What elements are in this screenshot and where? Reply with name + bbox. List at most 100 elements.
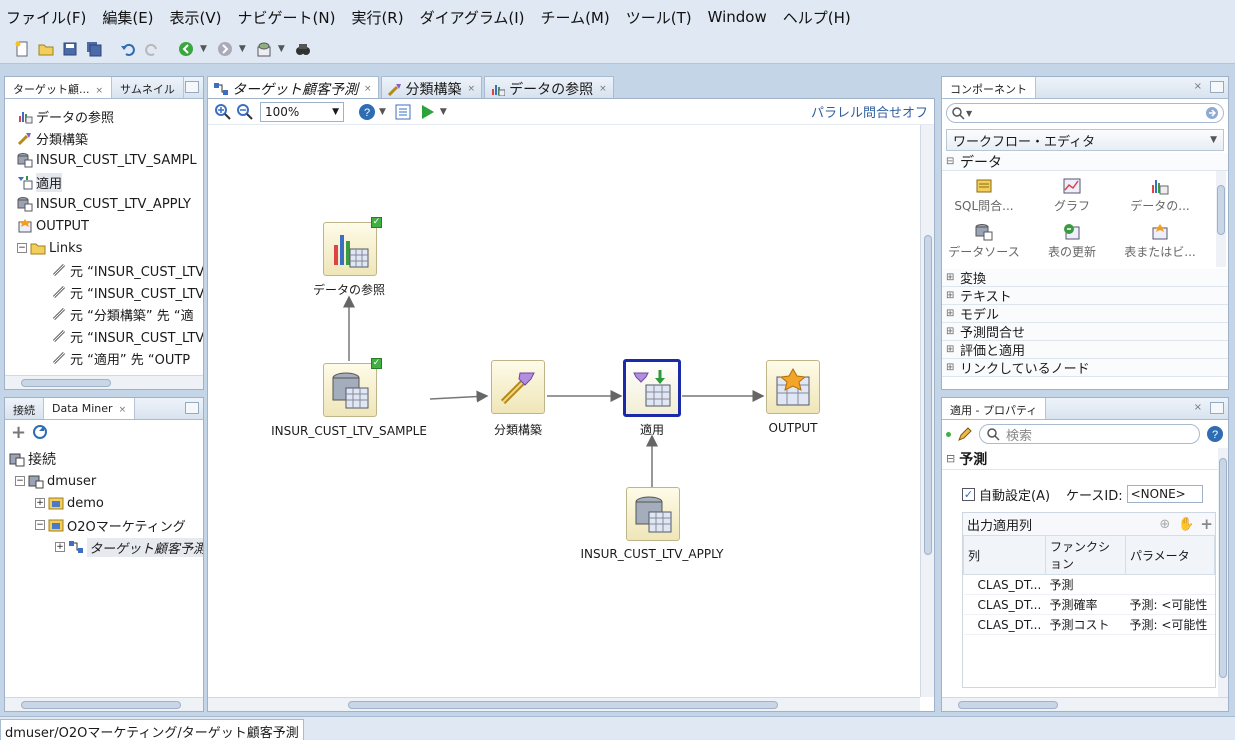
component-graph[interactable]: グラフ <box>1032 177 1112 214</box>
expand-icon[interactable]: + <box>55 542 65 552</box>
tree-item-apply-data[interactable]: INSUR_CUST_LTV_APPLY <box>17 193 203 215</box>
category-evaluate-apply[interactable]: ⊞ 評価と適用 <box>942 341 1228 359</box>
component-update-table[interactable]: 表の更新 <box>1032 223 1112 260</box>
category-transform[interactable]: ⊞ 変換 <box>942 269 1228 287</box>
vertical-scrollbar[interactable] <box>1216 171 1226 267</box>
component-data-view[interactable]: データの... <box>1120 177 1200 214</box>
minimize-icon[interactable] <box>185 81 199 93</box>
table-row[interactable]: CLAS_DT... 予測コスト 予測: <可能性 <box>963 614 1215 635</box>
sql-dropdown-icon[interactable]: ▼ <box>278 44 285 54</box>
component-table-or-view[interactable]: 表またはビ... <box>1120 223 1200 260</box>
component-data-source[interactable]: データソース <box>944 223 1024 260</box>
tab-thumbnail[interactable]: サムネイル <box>112 77 184 98</box>
tree-item-connections[interactable]: 接続 <box>9 448 203 470</box>
node-output[interactable] <box>766 360 820 414</box>
tree-item-link[interactable]: 元 “分類構築” 先 “適 <box>17 303 203 325</box>
tree-item-link[interactable]: 元 “適用” 先 “OUTP <box>17 347 203 369</box>
close-icon[interactable]: × <box>364 84 372 94</box>
column-header[interactable]: ファンクション <box>1045 535 1126 575</box>
add-icon[interactable]: + <box>1200 515 1213 533</box>
tree-item-links[interactable]: − Links <box>17 237 203 259</box>
horizontal-scrollbar[interactable] <box>942 697 1228 711</box>
category-data[interactable]: ⊟ データ <box>942 153 1228 171</box>
vertical-scrollbar[interactable] <box>1218 448 1228 698</box>
edit-pencil-icon[interactable] <box>957 426 973 442</box>
category-linked-nodes[interactable]: ⊞ リンクしているノード <box>942 359 1228 377</box>
tree-item-link[interactable]: 元 “INSUR_CUST_LTV <box>17 325 203 347</box>
refresh-icon[interactable] <box>32 424 48 440</box>
minimize-icon[interactable] <box>1210 81 1224 93</box>
tab-connections[interactable]: 接続 <box>5 398 44 419</box>
close-icon[interactable]: × <box>119 405 127 415</box>
close-icon[interactable]: × <box>468 84 476 94</box>
forward-dropdown-icon[interactable]: ▼ <box>239 44 246 54</box>
menu-view[interactable]: 表示(V) <box>170 7 222 28</box>
node-apply[interactable] <box>623 359 681 417</box>
expand-icon[interactable]: + <box>35 498 45 508</box>
tree-item-o2o-marketing[interactable]: − O2Oマーケティング <box>9 514 203 536</box>
minimize-icon[interactable] <box>1210 402 1224 414</box>
menu-window[interactable]: Window <box>708 8 767 26</box>
tree-item-workflow[interactable]: + ターゲット顧客予測 <box>9 536 203 558</box>
help-icon[interactable]: ? <box>1206 425 1224 443</box>
node-data-view[interactable]: ✓ <box>323 217 382 276</box>
property-search-input[interactable]: 検索 <box>979 424 1200 444</box>
redo-icon[interactable] <box>142 39 162 59</box>
tree-item-link[interactable]: 元 “INSUR_CUST_LTV <box>17 281 203 303</box>
component-sql-query[interactable]: SQL問合... <box>944 177 1024 214</box>
add-connection-icon[interactable]: + <box>11 422 26 443</box>
tree-item-build[interactable]: 分類構築 <box>17 127 203 149</box>
node-build[interactable] <box>491 360 545 414</box>
undo-icon[interactable] <box>118 39 138 59</box>
tree-item-output[interactable]: OUTPUT <box>17 215 203 237</box>
tree-item-link[interactable]: 元 “INSUR_CUST_LTV <box>17 259 203 281</box>
collapse-icon[interactable]: − <box>15 476 25 486</box>
add-column-icon[interactable]: ⊕ <box>1159 517 1170 532</box>
tab-components[interactable]: コンポーネント <box>942 77 1036 98</box>
menu-tools[interactable]: ツール(T) <box>626 7 692 28</box>
horizontal-scrollbar[interactable] <box>208 697 920 711</box>
table-row[interactable]: CLAS_DT... 予測 <box>963 574 1215 595</box>
tree-item-sample[interactable]: INSUR_CUST_LTV_SAMPL <box>17 149 203 171</box>
close-icon[interactable]: × <box>96 86 104 96</box>
find-binoculars-icon[interactable] <box>293 39 313 59</box>
column-header[interactable]: 列 <box>963 535 1046 575</box>
case-id-select[interactable]: <NONE> <box>1126 485 1203 503</box>
forward-icon[interactable] <box>215 39 235 59</box>
tab-data-miner[interactable]: Data Miner × <box>44 398 136 419</box>
close-icon[interactable]: × <box>599 84 607 94</box>
auto-settings-checkbox[interactable]: ✓ <box>962 487 975 501</box>
tab-workflow-editor[interactable]: ターゲット顧客予測 × <box>207 76 379 98</box>
tree-item-data-view[interactable]: データの参照 <box>17 105 203 127</box>
tab-data-view[interactable]: データの参照 × <box>484 76 614 98</box>
component-search-input[interactable]: ▼ <box>946 103 1224 123</box>
horizontal-scrollbar[interactable] <box>5 697 203 711</box>
tab-workflow-outline[interactable]: ターゲット顧... × <box>5 77 113 98</box>
new-file-icon[interactable] <box>12 39 32 59</box>
tab-build[interactable]: 分類構築 × <box>380 76 483 98</box>
collapse-icon[interactable]: − <box>17 243 27 253</box>
edit-column-icon[interactable]: ✋ <box>1178 517 1194 532</box>
back-icon[interactable] <box>176 39 196 59</box>
save-icon[interactable] <box>60 39 80 59</box>
palette-select[interactable]: ワークフロー・エディタ ▼ <box>946 129 1224 151</box>
menu-edit[interactable]: 編集(E) <box>102 7 153 28</box>
section-prediction[interactable]: ⊟ 予測 <box>942 448 1228 470</box>
open-folder-icon[interactable] <box>36 39 56 59</box>
menu-help[interactable]: ヘルプ(H) <box>783 7 851 28</box>
sql-worksheet-icon[interactable] <box>254 39 274 59</box>
collapse-icon[interactable]: − <box>35 520 45 530</box>
horizontal-scrollbar[interactable] <box>5 375 203 389</box>
table-row[interactable]: CLAS_DT... 予測確率 予測: <可能性 <box>963 594 1215 615</box>
menu-diagram[interactable]: ダイアグラム(I) <box>420 7 525 28</box>
vertical-scrollbar[interactable] <box>920 125 934 697</box>
link-sample-to-build[interactable] <box>429 390 489 403</box>
go-icon[interactable] <box>1205 106 1219 120</box>
close-icon[interactable]: × <box>1194 402 1202 419</box>
node-apply-data[interactable] <box>626 487 680 541</box>
minimize-icon[interactable] <box>185 402 199 414</box>
category-predictive-query[interactable]: ⊞ 予測問合せ <box>942 323 1228 341</box>
save-all-icon[interactable] <box>84 39 104 59</box>
tree-item-apply[interactable]: 適用 <box>17 171 203 193</box>
category-text[interactable]: ⊞ テキスト <box>942 287 1228 305</box>
